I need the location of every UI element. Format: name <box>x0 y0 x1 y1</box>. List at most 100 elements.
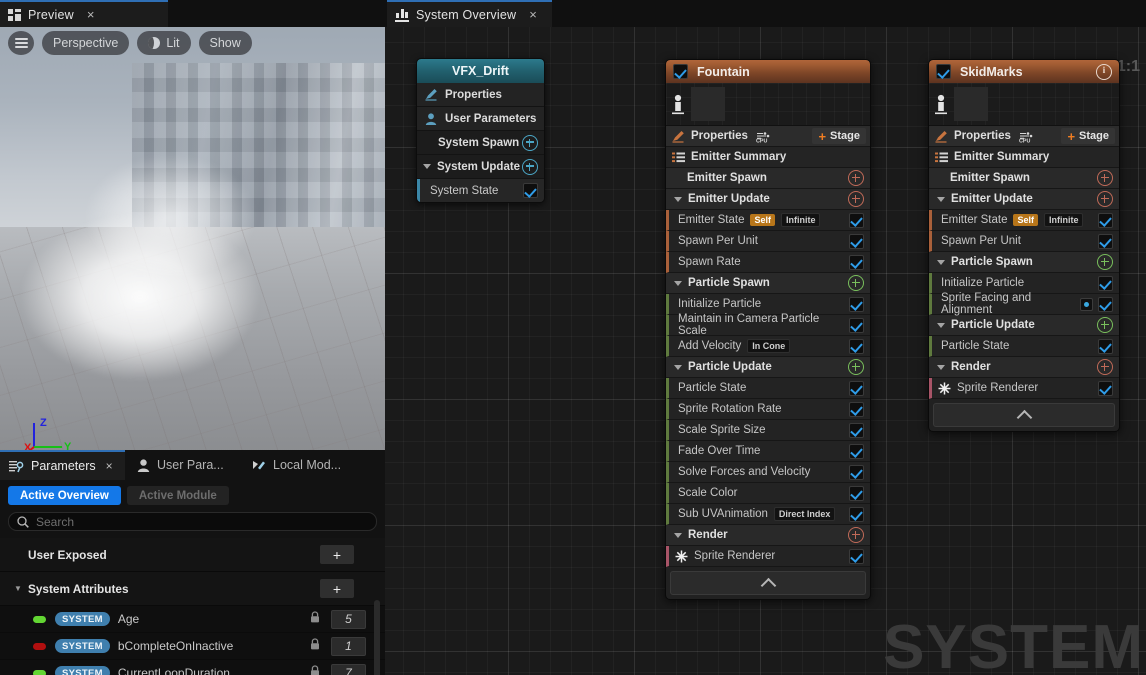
emitter-module-solve-forces-velocity[interactable]: Solve Forces and Velocity <box>666 462 870 483</box>
module-enabled-checkbox[interactable] <box>849 443 864 459</box>
emitter-properties-row[interactable]: Properties CPU + Stage <box>666 126 870 147</box>
emitter-module-spawn-rate[interactable]: Spawn Rate <box>666 252 870 273</box>
parameters-scrollbar[interactable] <box>374 600 380 675</box>
emitter-node-fountain[interactable]: Fountain Properties CPU + Stage Emitter … <box>665 59 871 600</box>
close-icon[interactable]: × <box>529 8 537 21</box>
add-module-button[interactable] <box>848 527 864 543</box>
mode-active-overview[interactable]: Active Overview <box>8 486 121 505</box>
chevron-down-icon[interactable] <box>674 280 682 286</box>
module-enabled-checkbox[interactable] <box>849 212 864 228</box>
emitter-collapse-button[interactable] <box>670 571 866 595</box>
system-node-module-system-state[interactable]: System State <box>417 179 544 202</box>
list-item[interactable]: SYSTEM Age 5 <box>0 606 385 633</box>
emitter-module-fade-over-time[interactable]: Fade Over Time <box>666 441 870 462</box>
add-module-button[interactable] <box>848 359 864 375</box>
chevron-down-icon[interactable] <box>937 196 945 202</box>
emitter-module-maintain-camera-scale[interactable]: Maintain in Camera Particle Scale <box>666 313 870 337</box>
preview-viewport[interactable]: Perspective Lit Show Z Y X <box>0 27 385 450</box>
emitter-module-sprite-rotation-rate[interactable]: Sprite Rotation Rate <box>666 399 870 420</box>
emitter-module-emitter-state[interactable]: Emitter State Self Infinite <box>929 210 1119 231</box>
system-node[interactable]: VFX_Drift Properties User Parameters Sys… <box>416 58 545 203</box>
emitter-module-particle-state[interactable]: Particle State <box>666 378 870 399</box>
add-module-button[interactable] <box>848 275 864 291</box>
emitter-stage-emitter-update[interactable]: Emitter Update <box>929 189 1119 210</box>
emitter-module-particle-state[interactable]: Particle State <box>929 336 1119 357</box>
module-enabled-checkbox[interactable] <box>849 485 864 501</box>
add-module-button[interactable] <box>1097 191 1113 207</box>
emitter-collapse-button[interactable] <box>933 403 1115 427</box>
module-enabled-checkbox[interactable] <box>849 464 864 480</box>
emitter-stage-emitter-spawn[interactable]: Emitter Spawn <box>666 168 870 189</box>
parameter-value[interactable]: 1 <box>331 636 366 656</box>
tab-preview[interactable]: Preview × <box>0 0 168 27</box>
chevron-down-icon[interactable] <box>937 322 945 328</box>
module-enabled-checkbox[interactable] <box>849 296 864 312</box>
viewport-perspective-button[interactable]: Perspective <box>42 31 130 55</box>
emitter-summary-row[interactable]: Emitter Summary <box>929 147 1119 168</box>
chevron-down-icon[interactable] <box>423 164 431 169</box>
emitter-module-initialize-particle[interactable]: Initialize Particle <box>929 273 1119 294</box>
tab-user-parameters[interactable]: User Para... <box>128 450 238 480</box>
emitter-module-emitter-state[interactable]: Emitter State Self Infinite <box>666 210 870 231</box>
emitter-stage-particle-spawn[interactable]: Particle Spawn <box>929 252 1119 273</box>
emitter-thumbnail[interactable] <box>954 87 988 121</box>
module-enabled-checkbox[interactable] <box>849 380 864 396</box>
close-icon[interactable]: × <box>87 8 95 21</box>
emitter-stage-particle-spawn[interactable]: Particle Spawn <box>666 273 870 294</box>
module-enabled-checkbox[interactable] <box>849 548 864 564</box>
module-dot-indicator-icon[interactable] <box>1079 297 1093 311</box>
system-node-properties[interactable]: Properties <box>417 83 544 107</box>
emitter-enabled-checkbox[interactable] <box>936 64 951 79</box>
emitter-stage-emitter-spawn[interactable]: Emitter Spawn <box>929 168 1119 189</box>
module-enabled-checkbox[interactable] <box>849 338 864 354</box>
add-module-button[interactable] <box>522 134 538 151</box>
list-item[interactable]: SYSTEM bCompleteOnInactive 1 <box>0 633 385 660</box>
add-module-button[interactable] <box>848 191 864 207</box>
emitter-summary-row[interactable]: Emitter Summary <box>666 147 870 168</box>
emitter-module-scale-sprite-size[interactable]: Scale Sprite Size <box>666 420 870 441</box>
param-section-user-exposed[interactable]: User Exposed + <box>0 538 385 572</box>
chevron-down-icon[interactable] <box>937 259 945 265</box>
info-icon[interactable]: i <box>1096 63 1112 80</box>
add-module-button[interactable] <box>522 158 538 175</box>
module-enabled-checkbox[interactable] <box>1098 380 1113 396</box>
module-enabled-checkbox[interactable] <box>849 254 864 270</box>
emitter-module-spawn-per-unit[interactable]: Spawn Per Unit <box>666 231 870 252</box>
system-node-stage-system-update[interactable]: System Update <box>417 155 544 179</box>
module-enabled-checkbox[interactable] <box>1098 296 1113 312</box>
parameters-list[interactable]: User Exposed + ▼ System Attributes + SYS… <box>0 538 385 675</box>
emitter-stage-particle-update[interactable]: Particle Update <box>666 357 870 378</box>
add-module-button[interactable] <box>1097 359 1113 375</box>
module-enabled-checkbox[interactable] <box>849 317 864 333</box>
module-enabled-checkbox[interactable] <box>849 506 864 522</box>
emitter-stage-render[interactable]: Render <box>666 525 870 546</box>
module-enabled-checkbox[interactable] <box>849 401 864 417</box>
system-overview-graph[interactable]: VFX_Drift Zoom 1:1 SYSTEM VFX_Drift Prop… <box>385 27 1146 675</box>
emitter-module-add-velocity[interactable]: Add Velocity In Cone <box>666 336 870 357</box>
add-user-exposed-button[interactable]: + <box>320 545 354 564</box>
viewport-menu-button[interactable] <box>8 31 34 55</box>
emitter-enabled-checkbox[interactable] <box>673 64 688 79</box>
add-module-button[interactable] <box>1097 317 1113 333</box>
add-stage-button[interactable]: + Stage <box>1061 128 1115 144</box>
module-enabled-checkbox[interactable] <box>1098 212 1113 228</box>
param-section-system-attributes[interactable]: ▼ System Attributes + <box>0 572 385 606</box>
emitter-stage-emitter-update[interactable]: Emitter Update <box>666 189 870 210</box>
emitter-module-sprite-renderer[interactable]: Sprite Renderer <box>666 546 870 567</box>
mode-active-module[interactable]: Active Module <box>126 486 229 505</box>
module-enabled-checkbox[interactable] <box>1098 233 1113 249</box>
module-enabled-checkbox[interactable] <box>1098 338 1113 354</box>
emitter-properties-row[interactable]: Properties CPU + Stage <box>929 126 1119 147</box>
viewport-lit-button[interactable]: Lit <box>137 31 191 55</box>
add-system-attribute-button[interactable]: + <box>320 579 354 598</box>
viewport-show-button[interactable]: Show <box>198 31 252 55</box>
emitter-module-scale-color[interactable]: Scale Color <box>666 483 870 504</box>
chevron-down-icon[interactable] <box>674 196 682 202</box>
add-module-button[interactable] <box>1097 170 1113 186</box>
emitter-stage-particle-update[interactable]: Particle Update <box>929 315 1119 336</box>
chevron-down-icon[interactable] <box>674 532 682 538</box>
chevron-down-icon[interactable] <box>937 364 945 370</box>
chevron-down-icon[interactable] <box>674 364 682 370</box>
add-stage-button[interactable]: + Stage <box>812 128 866 144</box>
add-module-button[interactable] <box>1097 254 1113 270</box>
